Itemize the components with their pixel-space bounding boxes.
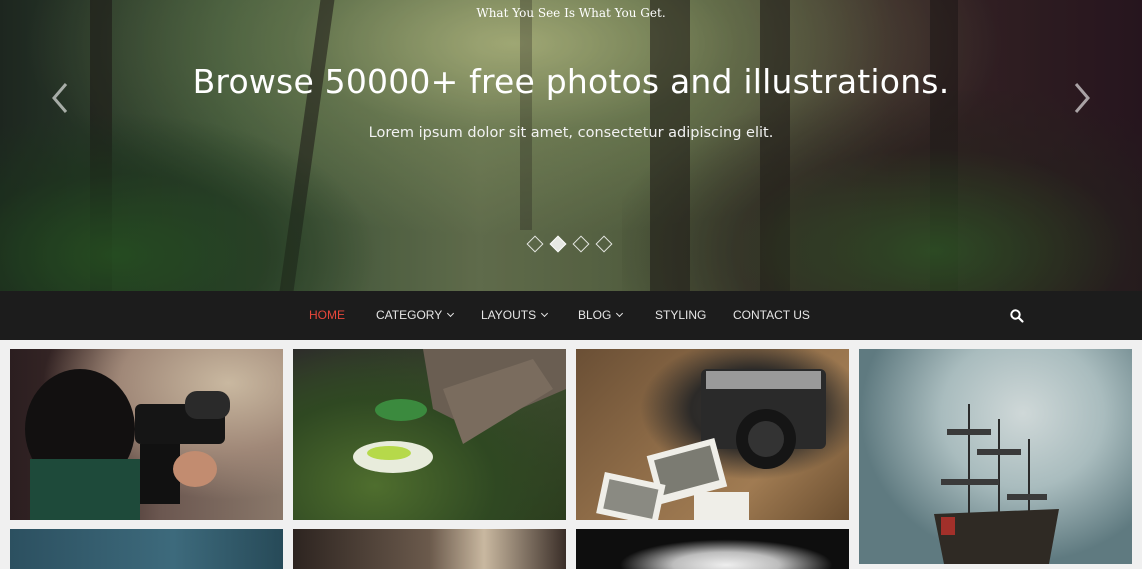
camera-illustration bbox=[596, 369, 826, 520]
nav-item-blog[interactable]: BLOG bbox=[578, 308, 624, 322]
nav-item-home[interactable]: HOME bbox=[309, 308, 345, 322]
gallery-image-sailing-ship[interactable] bbox=[859, 349, 1132, 564]
slider-dot-1[interactable] bbox=[526, 235, 544, 253]
nav-item-label: BLOG bbox=[578, 308, 612, 322]
slider-prev-button[interactable] bbox=[46, 80, 76, 116]
chevron-down-icon bbox=[541, 309, 549, 318]
nav-item-contact-us[interactable]: CONTACT US bbox=[733, 308, 810, 322]
chevron-down-icon bbox=[447, 309, 455, 318]
search-icon bbox=[1010, 309, 1024, 323]
gallery-image-photographer[interactable] bbox=[10, 349, 283, 520]
gallery-image-sunset[interactable] bbox=[293, 529, 566, 569]
hero-subtitle: Lorem ipsum dolor sit amet, consectetur … bbox=[368, 125, 774, 141]
nav-item-label: LAYOUTS bbox=[481, 308, 537, 322]
gallery-image-bird[interactable] bbox=[576, 529, 849, 569]
gallery-image-landscape[interactable] bbox=[10, 529, 283, 569]
search-button[interactable] bbox=[1009, 308, 1025, 324]
nav-item-category[interactable]: CATEGORY bbox=[376, 308, 455, 322]
gallery-image-sneakers[interactable] bbox=[293, 349, 566, 520]
nav-item-label: STYLING bbox=[655, 308, 707, 322]
slider-dot-2[interactable] bbox=[549, 235, 567, 253]
main-navbar: HOME CATEGORY LAYOUTS BLOG STYLING CONTA… bbox=[0, 291, 1142, 340]
nav-item-label: CONTACT US bbox=[733, 308, 810, 322]
chevron-left-icon bbox=[52, 83, 68, 113]
slider-dots bbox=[526, 235, 613, 253]
ship-illustration bbox=[934, 404, 1059, 564]
hero-tagline: What You See Is What You Get. bbox=[476, 6, 666, 20]
nav-item-layouts[interactable]: LAYOUTS bbox=[481, 308, 549, 322]
nav-item-label: HOME bbox=[309, 308, 345, 322]
nav-item-label: CATEGORY bbox=[376, 308, 443, 322]
nav-item-styling[interactable]: STYLING bbox=[655, 308, 706, 322]
slider-next-button[interactable] bbox=[1066, 80, 1096, 116]
hero-slider: What You See Is What You Get. Browse 500… bbox=[0, 0, 1142, 291]
chevron-down-icon bbox=[616, 309, 624, 318]
chevron-right-icon bbox=[1074, 83, 1090, 113]
hero-title: Browse 50000+ free photos and illustrati… bbox=[192, 62, 950, 101]
sneakers-illustration bbox=[353, 349, 566, 473]
gallery-image-vintage-camera[interactable] bbox=[576, 349, 849, 520]
slider-dot-3[interactable] bbox=[572, 235, 590, 253]
slider-dot-4[interactable] bbox=[595, 235, 613, 253]
photographer-illustration bbox=[25, 369, 230, 520]
